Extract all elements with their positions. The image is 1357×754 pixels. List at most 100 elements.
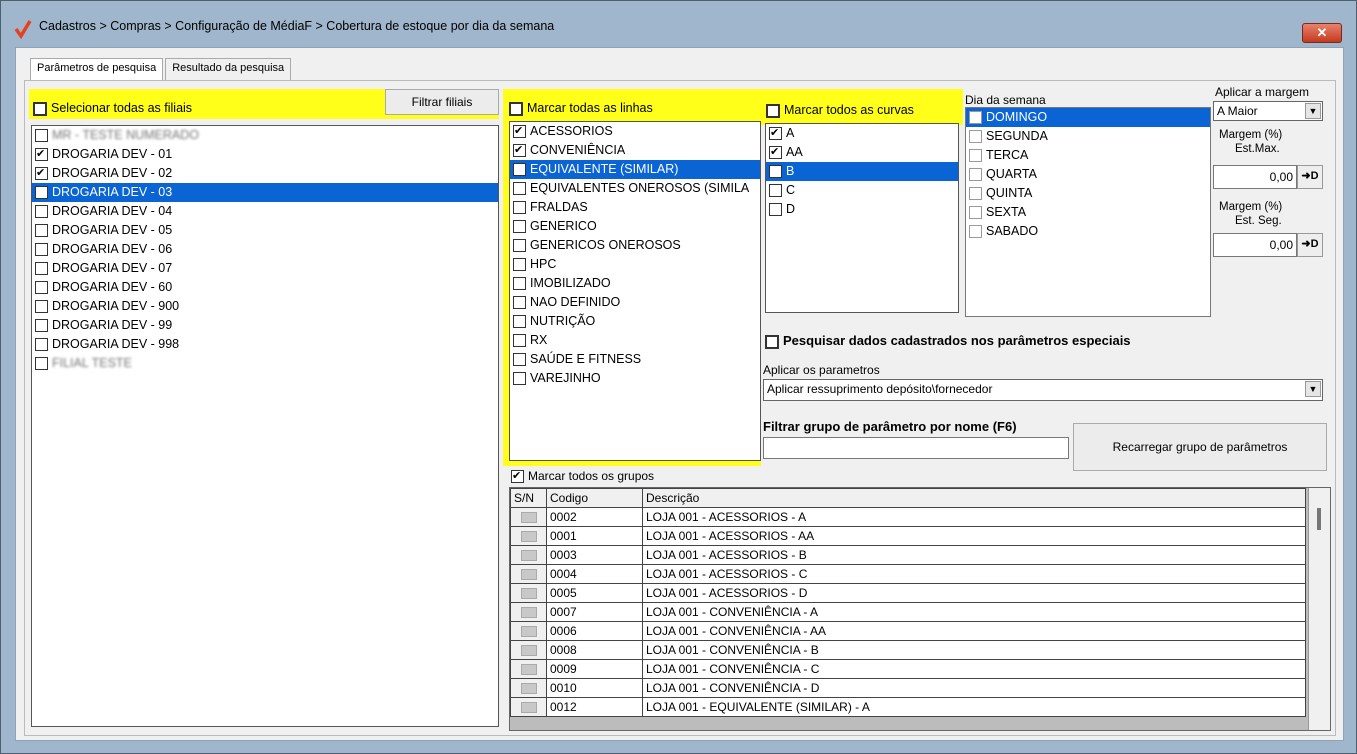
item-checkbox[interactable] xyxy=(35,148,48,162)
dia-item[interactable]: SABADO xyxy=(966,222,1210,241)
chevron-down-icon[interactable]: ▼ xyxy=(1305,381,1321,397)
sn-cell[interactable] xyxy=(510,621,547,641)
item-checkbox[interactable] xyxy=(769,165,782,179)
filial-item[interactable]: DROGARIA DEV - 05 xyxy=(32,221,498,240)
filial-item[interactable]: FILIAL TESTE xyxy=(32,354,498,373)
item-checkbox[interactable] xyxy=(513,125,526,139)
item-checkbox[interactable] xyxy=(513,334,526,348)
item-checkbox[interactable] xyxy=(35,338,48,352)
sn-toggle[interactable] xyxy=(520,569,537,581)
select-all-curvas-checkbox[interactable] xyxy=(766,103,780,118)
item-checkbox[interactable] xyxy=(969,168,982,182)
table-row[interactable]: 0005 LOJA 001 - ACESSORIOS - D xyxy=(510,583,1306,603)
filial-item[interactable]: DROGARIA DEV - 60 xyxy=(32,278,498,297)
table-row[interactable]: 0002 LOJA 001 - ACESSORIOS - A xyxy=(510,507,1306,527)
sn-toggle[interactable] xyxy=(520,683,537,695)
select-all-filiais[interactable]: Selecionar todas as filiais xyxy=(33,101,192,116)
linha-item[interactable]: HPC xyxy=(510,255,760,274)
especiais-checkbox[interactable] xyxy=(765,334,779,349)
sn-toggle[interactable] xyxy=(520,702,537,714)
linha-item[interactable]: NAO DEFINIDO xyxy=(510,293,760,312)
margem-max-input[interactable]: 0,00 xyxy=(1213,165,1297,189)
sn-cell[interactable] xyxy=(510,564,547,584)
aplicar-parametros-select[interactable]: Aplicar ressuprimento depósito\fornecedo… xyxy=(763,379,1323,401)
item-checkbox[interactable] xyxy=(513,239,526,253)
sn-toggle[interactable] xyxy=(520,664,537,676)
select-all-grupos-checkbox[interactable] xyxy=(511,470,524,484)
curva-item[interactable]: B xyxy=(766,162,958,181)
dia-item[interactable]: QUARTA xyxy=(966,165,1210,184)
sn-toggle[interactable] xyxy=(520,531,537,543)
linha-item[interactable]: NUTRIÇÃO xyxy=(510,312,760,331)
item-checkbox[interactable] xyxy=(513,258,526,272)
select-all-linhas[interactable]: Marcar todas as linhas xyxy=(509,101,653,116)
sn-toggle[interactable] xyxy=(520,588,537,600)
filial-item[interactable]: DROGARIA DEV - 07 xyxy=(32,259,498,278)
item-checkbox[interactable] xyxy=(35,281,48,295)
dia-item[interactable]: DOMINGO xyxy=(966,108,1210,127)
filtro-grupo-input[interactable] xyxy=(763,437,1069,459)
recarregar-grupo-button[interactable]: Recarregar grupo de parâmetros xyxy=(1073,423,1327,471)
sn-toggle[interactable] xyxy=(520,626,537,638)
linha-item[interactable]: RX xyxy=(510,331,760,350)
filiais-listbox[interactable]: MR - TESTE NUMERADO DROGARIA DEV - 01 DROG… xyxy=(31,125,499,727)
filial-item[interactable]: DROGARIA DEV - 06 xyxy=(32,240,498,259)
sn-cell[interactable] xyxy=(510,526,547,546)
table-row[interactable]: 0006 LOJA 001 - CONVENIÊNCIA - AA xyxy=(510,621,1306,641)
column-header-sn[interactable]: S/N xyxy=(510,488,547,508)
sn-toggle[interactable] xyxy=(520,512,537,524)
item-checkbox[interactable] xyxy=(969,206,982,220)
table-row[interactable]: 0001 LOJA 001 - ACESSORIOS - AA xyxy=(510,526,1306,546)
filial-item[interactable]: DROGARIA DEV - 02 xyxy=(32,164,498,183)
item-checkbox[interactable] xyxy=(35,167,48,181)
item-checkbox[interactable] xyxy=(513,182,526,196)
filial-item[interactable]: DROGARIA DEV - 998 xyxy=(32,335,498,354)
grupos-scrollbar[interactable] xyxy=(1308,488,1330,730)
sn-toggle[interactable] xyxy=(520,607,537,619)
linha-item[interactable]: VAREJINHO xyxy=(510,369,760,388)
item-checkbox[interactable] xyxy=(35,243,48,257)
sn-cell[interactable] xyxy=(510,507,547,527)
item-checkbox[interactable] xyxy=(513,277,526,291)
margem-seg-input[interactable]: 0,00 xyxy=(1213,233,1297,257)
item-checkbox[interactable] xyxy=(513,201,526,215)
chevron-down-icon[interactable]: ▼ xyxy=(1305,103,1321,119)
item-checkbox[interactable] xyxy=(969,111,982,125)
item-checkbox[interactable] xyxy=(769,184,782,198)
linha-item[interactable]: ACESSORIOS xyxy=(510,122,760,141)
sn-toggle[interactable] xyxy=(520,645,537,657)
dia-semana-listbox[interactable]: DOMINGO SEGUNDA TERCA QUARTA QUINTA SEXTA SABA… xyxy=(965,107,1211,317)
sn-cell[interactable] xyxy=(510,583,547,603)
filial-item[interactable]: DROGARIA DEV - 04 xyxy=(32,202,498,221)
filial-item[interactable]: DROGARIA DEV - 01 xyxy=(32,145,498,164)
select-all-filiais-checkbox[interactable] xyxy=(33,101,47,116)
linha-item[interactable]: EQUIVALENTES ONEROSOS (SIMILA xyxy=(510,179,760,198)
table-row[interactable]: 0010 LOJA 001 - CONVENIÊNCIA - D xyxy=(510,678,1306,698)
item-checkbox[interactable] xyxy=(513,296,526,310)
linha-item[interactable]: SAÚDE E FITNESS xyxy=(510,350,760,369)
item-checkbox[interactable] xyxy=(513,163,526,177)
scrollbar-thumb[interactable] xyxy=(1317,508,1321,530)
linha-item[interactable]: FRALDAS xyxy=(510,198,760,217)
linha-item[interactable]: IMOBILIZADO xyxy=(510,274,760,293)
curva-item[interactable]: C xyxy=(766,181,958,200)
dia-item[interactable]: SEXTA xyxy=(966,203,1210,222)
linha-item[interactable]: GENERICO xyxy=(510,217,760,236)
curva-item[interactable]: AA xyxy=(766,143,958,162)
table-row[interactable]: 0003 LOJA 001 - ACESSORIOS - B xyxy=(510,545,1306,565)
filial-item[interactable]: DROGARIA DEV - 99 xyxy=(32,316,498,335)
item-checkbox[interactable] xyxy=(513,353,526,367)
sn-cell[interactable] xyxy=(510,602,547,622)
sn-cell[interactable] xyxy=(510,697,547,717)
item-checkbox[interactable] xyxy=(969,187,982,201)
select-all-grupos[interactable]: Marcar todos os grupos xyxy=(511,469,654,484)
sn-cell[interactable] xyxy=(510,659,547,679)
dia-item[interactable]: TERCA xyxy=(966,146,1210,165)
especiais-checkbox-row[interactable]: Pesquisar dados cadastrados nos parâmetr… xyxy=(765,333,1131,349)
item-checkbox[interactable] xyxy=(35,319,48,333)
filtrar-filiais-button[interactable]: Filtrar filiais xyxy=(385,89,499,115)
sn-toggle[interactable] xyxy=(520,550,537,562)
item-checkbox[interactable] xyxy=(35,300,48,314)
item-checkbox[interactable] xyxy=(769,146,782,160)
dia-item[interactable]: SEGUNDA xyxy=(966,127,1210,146)
